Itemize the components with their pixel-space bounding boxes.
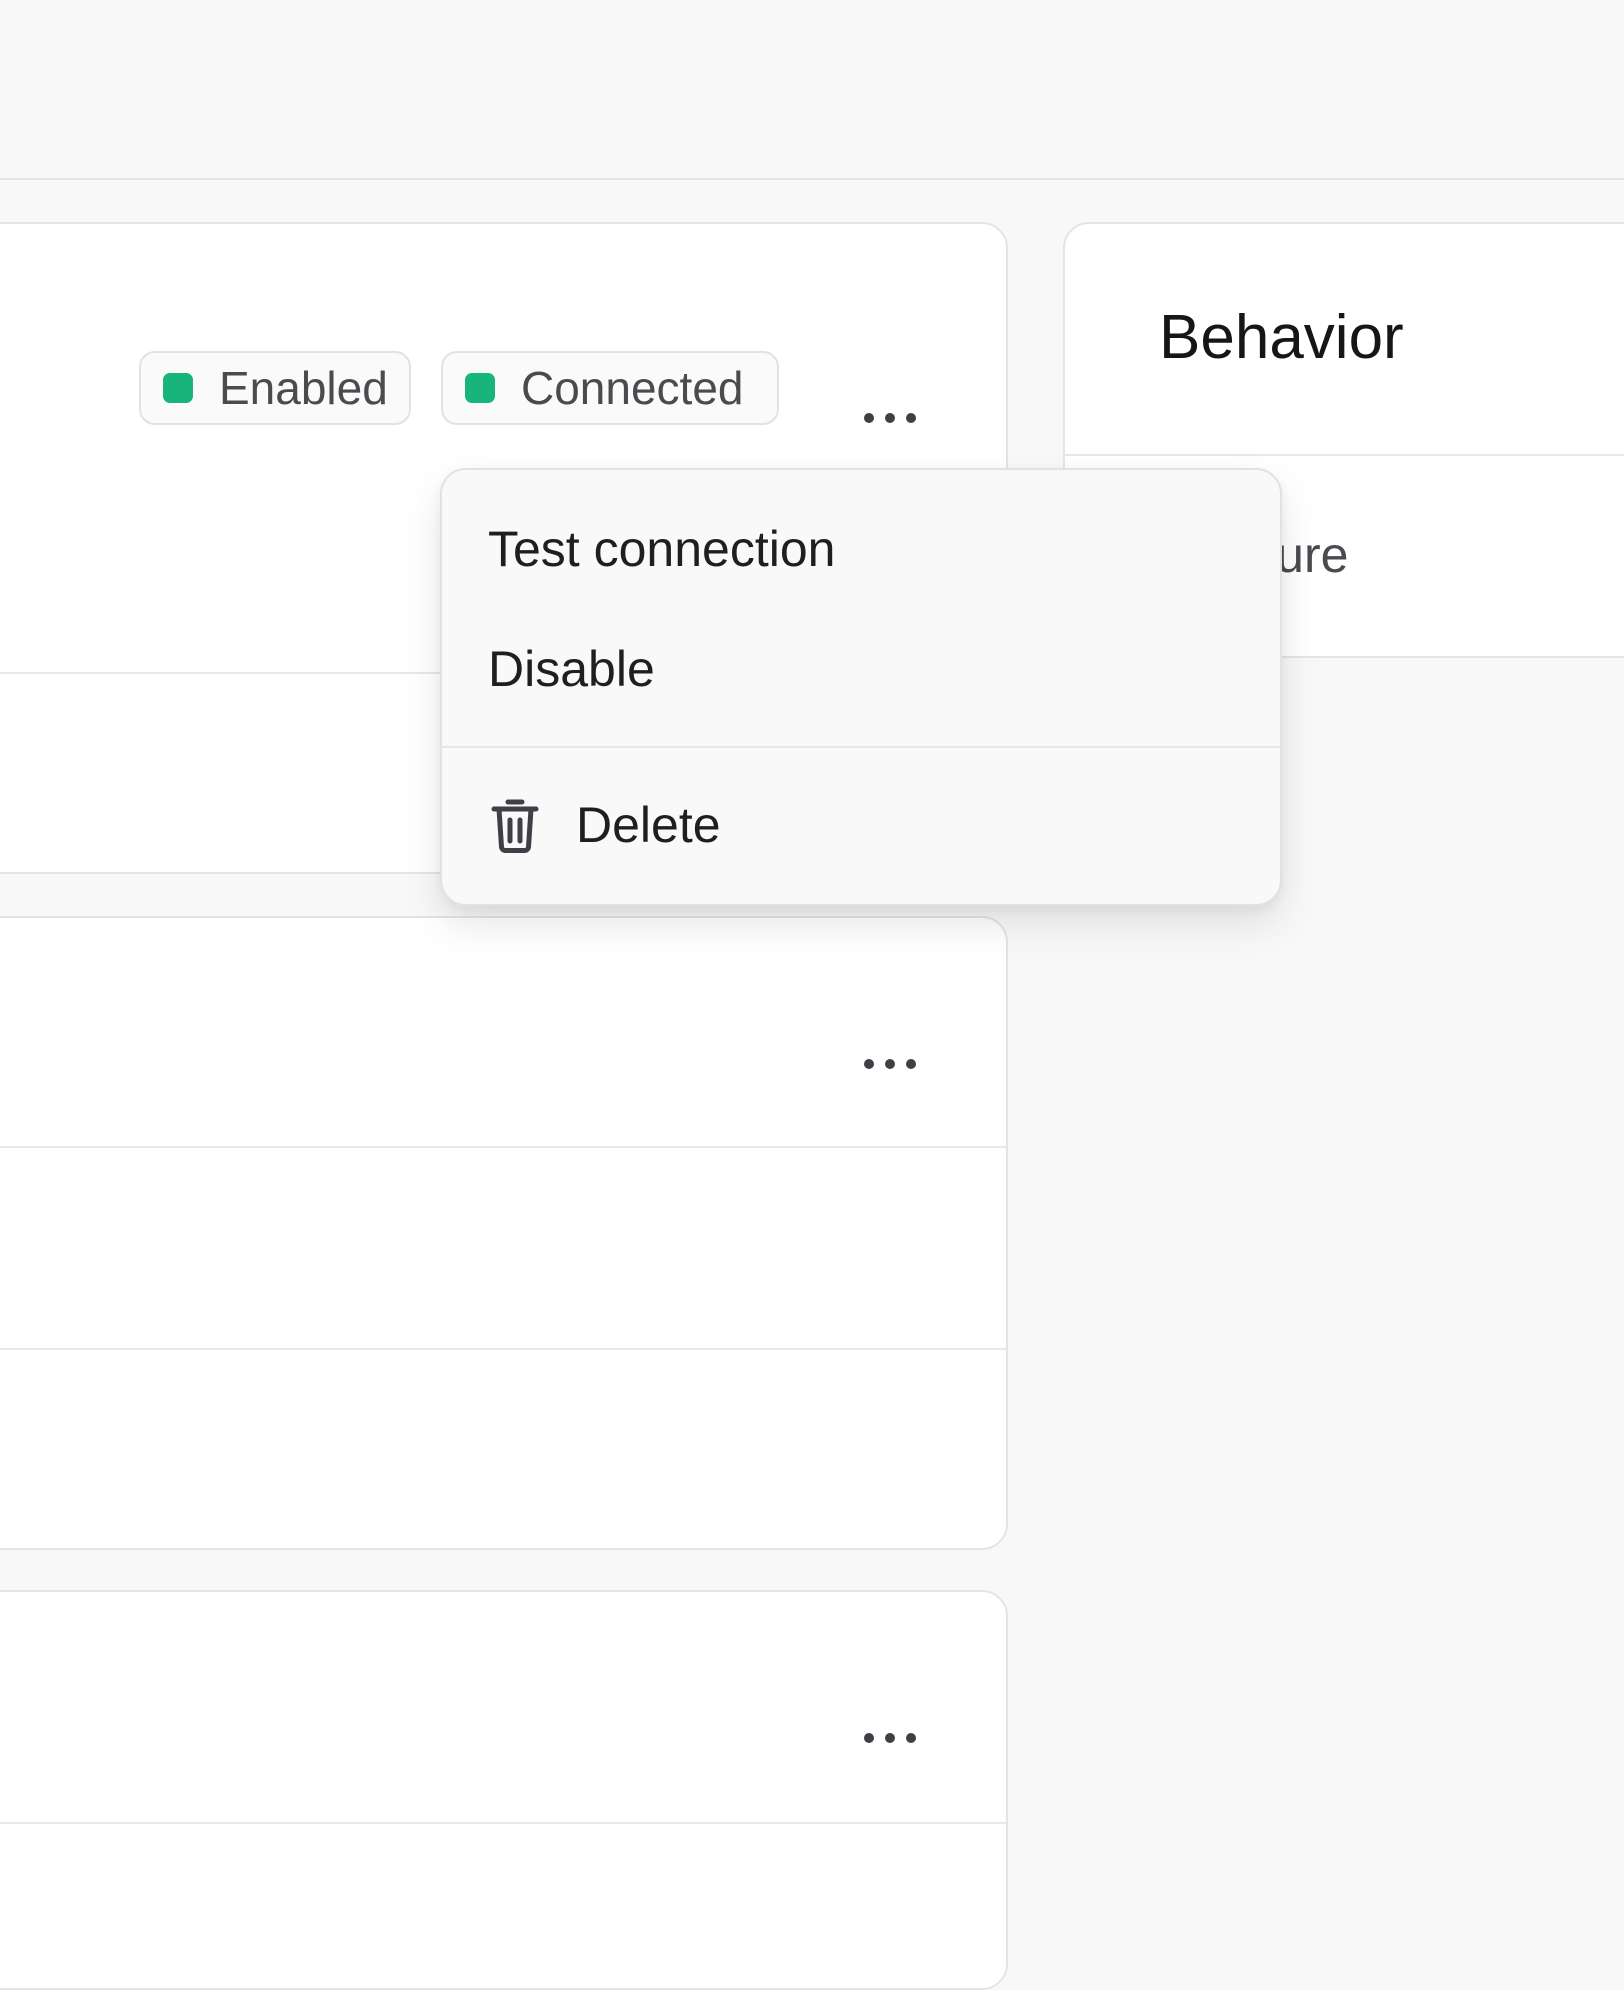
trash-icon	[488, 795, 542, 855]
row-divider	[0, 1348, 1006, 1350]
more-horizontal-icon	[864, 413, 916, 423]
connection-card-3	[0, 1590, 1008, 1990]
more-horizontal-icon	[864, 1059, 916, 1069]
more-horizontal-icon	[864, 1733, 916, 1743]
menu-item-label: Disable	[488, 641, 655, 697]
status-dot-icon	[465, 373, 495, 403]
menu-separator	[442, 746, 1280, 748]
status-badge-label: Connected	[521, 362, 744, 414]
menu-item-label: Delete	[576, 797, 721, 853]
menu-item-label: Test connection	[488, 521, 836, 577]
context-menu: Test connection Disable Delete	[440, 468, 1282, 906]
behavior-title: Behavior	[1159, 303, 1404, 372]
top-header-bar	[0, 0, 1624, 180]
status-dot-icon	[163, 373, 193, 403]
more-options-button[interactable]	[850, 1708, 930, 1768]
row-divider	[1065, 454, 1624, 456]
status-badge-connected: Connected	[441, 351, 779, 425]
menu-item-disable[interactable]: Disable	[442, 614, 1280, 724]
status-badge-enabled: Enabled	[139, 351, 411, 425]
status-badge-label: Enabled	[219, 362, 388, 414]
more-options-button[interactable]	[850, 388, 930, 448]
row-divider	[0, 1822, 1006, 1824]
menu-item-delete[interactable]: Delete	[442, 770, 1280, 880]
connection-card-2	[0, 916, 1008, 1550]
more-options-button[interactable]	[850, 1034, 930, 1094]
menu-item-test-connection[interactable]: Test connection	[442, 494, 1280, 604]
row-divider	[0, 1146, 1006, 1148]
